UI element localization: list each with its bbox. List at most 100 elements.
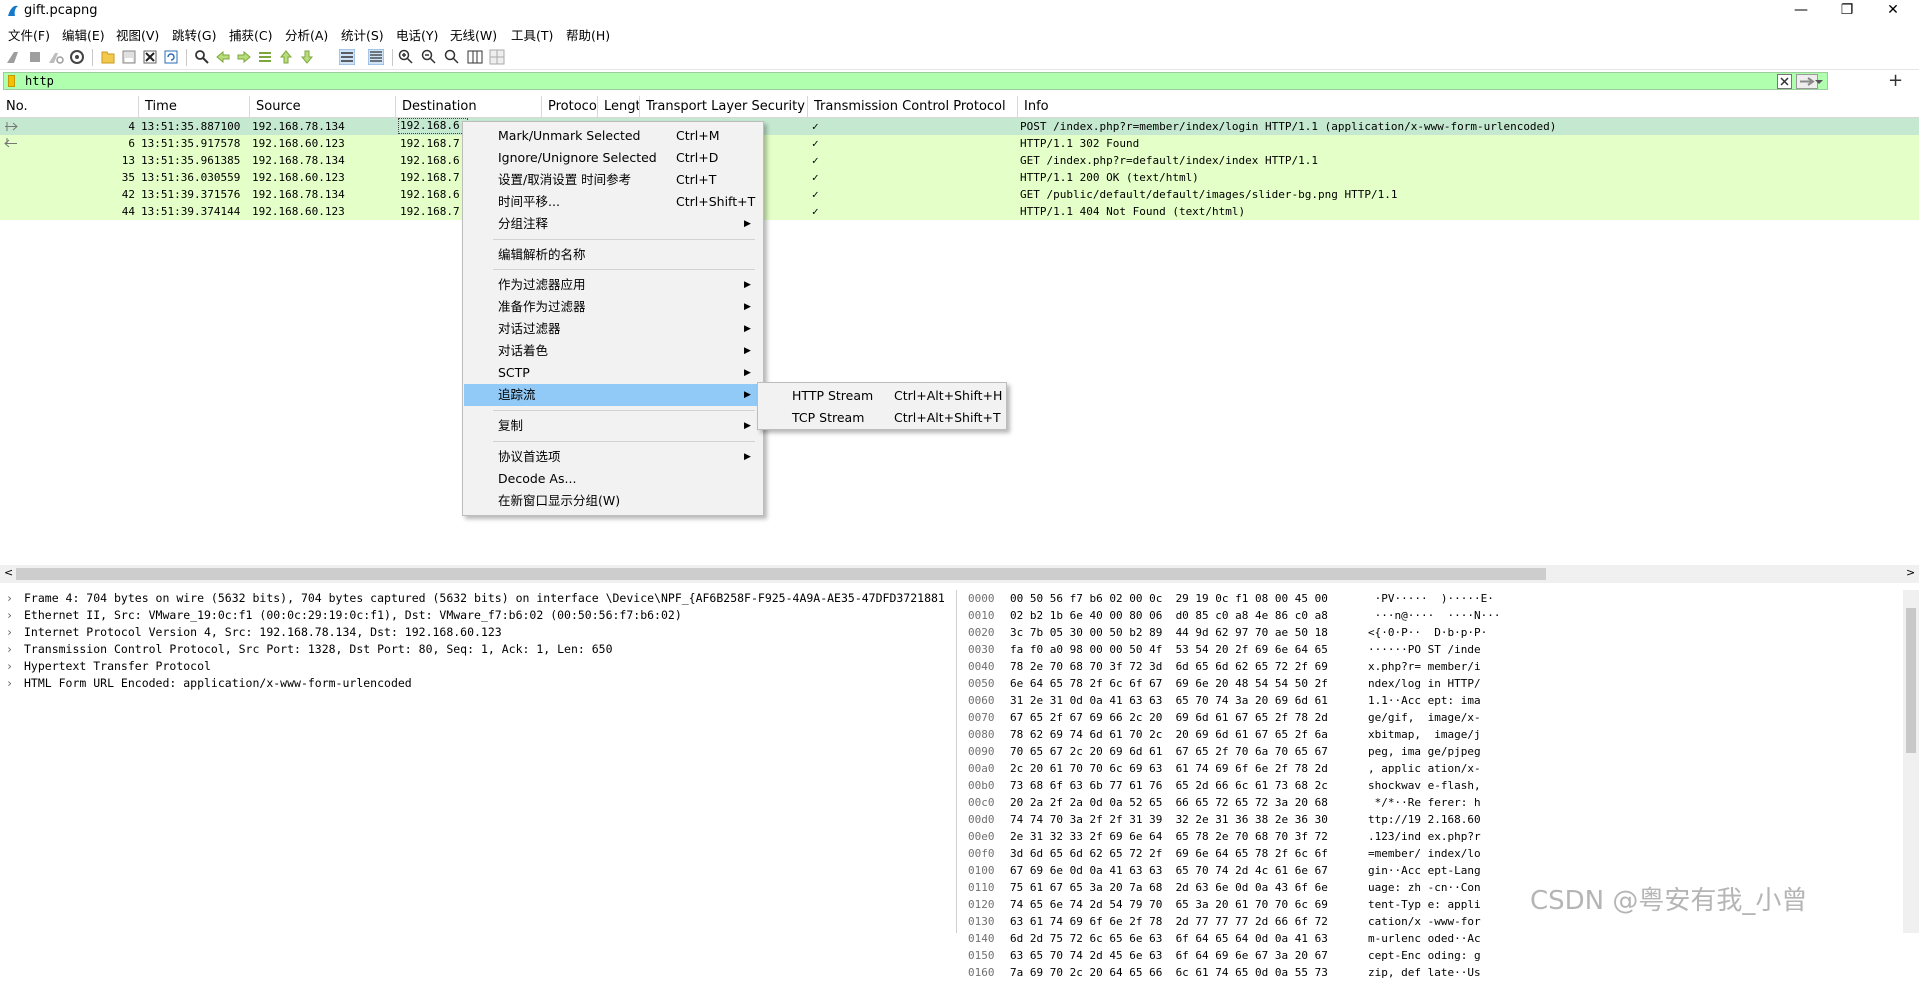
zoom-in-icon[interactable] bbox=[398, 49, 414, 65]
expand-icon[interactable] bbox=[489, 49, 505, 65]
watermark: CSDN @粤安有我_小曾 bbox=[1530, 886, 1808, 916]
expand-chevron-icon[interactable]: › bbox=[6, 675, 13, 692]
expand-chevron-icon[interactable]: › bbox=[6, 641, 13, 658]
find-packet-icon[interactable] bbox=[194, 49, 210, 65]
menu-item-packet-comment[interactable]: 分组注释 ▶ bbox=[464, 213, 762, 235]
hex-ascii: shockwav e-flash, bbox=[1368, 779, 1481, 792]
resize-columns-icon[interactable] bbox=[467, 49, 483, 65]
close-button[interactable]: ✕ bbox=[1870, 0, 1916, 22]
packet-row[interactable]: 44 13:51:39.374144 192.168.60.123 192.16… bbox=[0, 203, 1919, 220]
hex-bytes: 70 65 67 2c 20 69 6d 61 67 65 2f 70 6a 7… bbox=[1010, 745, 1328, 758]
expand-chevron-icon[interactable]: › bbox=[6, 590, 13, 607]
menu-item-time-shift[interactable]: 时间平移... Ctrl+Shift+T bbox=[464, 191, 762, 213]
packet-row[interactable]: 42 13:51:39.371576 192.168.78.134 192.16… bbox=[0, 186, 1919, 203]
hscroll-thumb[interactable] bbox=[16, 568, 1546, 580]
menu-tools[interactable]: 工具(T) bbox=[511, 25, 553, 44]
packet-row[interactable]: 13 13:51:35.961385 192.168.78.134 192.16… bbox=[0, 152, 1919, 169]
hex-ascii: , applic ation/x- bbox=[1368, 762, 1481, 775]
menu-file[interactable]: 文件(F) bbox=[8, 25, 50, 44]
packet-row[interactable]: 6 13:51:35.917578 192.168.60.123 192.168… bbox=[0, 135, 1919, 152]
menu-item-decode-as[interactable]: Decode As... bbox=[464, 468, 762, 490]
menu-edit[interactable]: 编辑(E) bbox=[62, 25, 105, 44]
start-capture-icon[interactable] bbox=[6, 49, 22, 65]
stop-capture-icon[interactable] bbox=[27, 49, 43, 65]
display-filter-input[interactable]: http bbox=[25, 73, 54, 90]
menu-item-protocol-preferences[interactable]: 协议首选项 ▶ bbox=[464, 446, 762, 468]
menu-item-prepare-filter[interactable]: 准备作为过滤器 ▶ bbox=[464, 296, 762, 318]
display-filter-bar[interactable]: http bbox=[3, 72, 1828, 90]
column-source[interactable]: Source bbox=[250, 96, 396, 118]
column-length[interactable]: Lengt bbox=[598, 96, 640, 118]
maximize-button[interactable]: ❐ bbox=[1824, 0, 1870, 22]
menu-item-copy[interactable]: 复制 ▶ bbox=[464, 415, 762, 437]
go-back-icon[interactable] bbox=[215, 49, 231, 65]
save-file-icon[interactable] bbox=[121, 49, 137, 65]
column-time[interactable]: Time bbox=[139, 96, 250, 118]
open-file-icon[interactable] bbox=[100, 49, 116, 65]
packet-row[interactable]: 35 13:51:36.030559 192.168.60.123 192.16… bbox=[0, 169, 1919, 186]
normal-size-icon[interactable] bbox=[444, 49, 460, 65]
scroll-left-icon[interactable]: < bbox=[4, 566, 13, 579]
window-title: gift.pcapng bbox=[24, 3, 98, 18]
go-to-packet-icon[interactable] bbox=[257, 49, 273, 65]
go-last-packet-icon[interactable] bbox=[299, 49, 315, 65]
menu-wireless[interactable]: 无线(W) bbox=[450, 25, 497, 44]
menu-item-mark[interactable]: Mark/Unmark Selected Ctrl+M bbox=[464, 125, 762, 147]
zoom-out-icon[interactable] bbox=[421, 49, 437, 65]
menu-item-colorize-conversation[interactable]: 对话着色 ▶ bbox=[464, 340, 762, 362]
vscroll-thumb[interactable] bbox=[1906, 608, 1916, 753]
auto-scroll-icon[interactable] bbox=[339, 49, 355, 65]
hex-ascii: =member/ index/lo bbox=[1368, 847, 1481, 860]
menu-view[interactable]: 视图(V) bbox=[116, 25, 159, 44]
submenu-arrow-icon: ▶ bbox=[744, 368, 751, 378]
expand-chevron-icon[interactable]: › bbox=[6, 658, 13, 675]
menu-item-ignore[interactable]: Ignore/Unignore Selected Ctrl+D bbox=[464, 147, 762, 169]
menu-analyze[interactable]: 分析(A) bbox=[285, 25, 328, 44]
menu-item-show-in-new-window[interactable]: 在新窗口显示分组(W) bbox=[464, 490, 762, 512]
menu-item-follow-stream[interactable]: 追踪流 ▶ bbox=[464, 384, 762, 406]
filter-bookmark-icon[interactable] bbox=[8, 75, 15, 87]
column-protocol[interactable]: Protoco bbox=[542, 96, 598, 118]
hex-bytes: 20 2a 2f 2a 0d 0a 52 65 66 65 72 65 72 3… bbox=[1010, 796, 1328, 809]
packet-tcp-check: ✓ bbox=[812, 205, 819, 218]
menu-statistics[interactable]: 统计(S) bbox=[341, 25, 384, 44]
packet-time: 13:51:36.030559 bbox=[141, 171, 241, 184]
bytes-vscrollbar[interactable] bbox=[1903, 590, 1919, 933]
column-no[interactable]: No. bbox=[0, 96, 139, 118]
go-first-packet-icon[interactable] bbox=[278, 49, 294, 65]
add-filter-button[interactable]: + bbox=[1888, 70, 1903, 91]
packet-row[interactable]: 4 13:51:35.887100 192.168.78.134 192.168… bbox=[0, 118, 1919, 135]
clear-filter-icon[interactable] bbox=[1777, 74, 1792, 89]
go-forward-icon[interactable] bbox=[236, 49, 252, 65]
menu-item-conversation-filter[interactable]: 对话过滤器 ▶ bbox=[464, 318, 762, 340]
packet-list-hscrollbar[interactable]: < > bbox=[0, 565, 1919, 583]
menu-help[interactable]: 帮助(H) bbox=[566, 25, 610, 44]
packet-source: 192.168.78.134 bbox=[252, 154, 345, 167]
menu-item-sctp[interactable]: SCTP ▶ bbox=[464, 362, 762, 384]
capture-options-icon[interactable] bbox=[69, 49, 85, 65]
menu-item-edit-resolved-name[interactable]: 编辑解析的名称 bbox=[464, 244, 762, 266]
menu-telephony[interactable]: 电话(Y) bbox=[396, 25, 438, 44]
menu-item-apply-as-filter[interactable]: 作为过滤器应用 ▶ bbox=[464, 274, 762, 296]
hex-ascii: cept-Enc oding: g bbox=[1368, 949, 1481, 962]
filter-dropdown-icon[interactable] bbox=[1813, 74, 1825, 89]
colorize-icon[interactable] bbox=[368, 49, 384, 65]
expand-chevron-icon[interactable]: › bbox=[6, 624, 13, 641]
packet-no: 13 bbox=[121, 154, 135, 167]
menu-go[interactable]: 跳转(G) bbox=[172, 25, 216, 44]
menu-capture[interactable]: 捕获(C) bbox=[229, 25, 272, 44]
restart-capture-icon[interactable] bbox=[48, 49, 64, 65]
column-info[interactable]: Info bbox=[1018, 96, 1919, 118]
scroll-right-icon[interactable]: > bbox=[1906, 566, 1915, 579]
column-tcp[interactable]: Transmission Control Protocol bbox=[808, 96, 1018, 118]
menu-item-time-reference[interactable]: 设置/取消设置 时间参考 Ctrl+T bbox=[464, 169, 762, 191]
menu-item-tcp-stream[interactable]: TCP Stream Ctrl+Alt+Shift+T bbox=[759, 407, 1005, 429]
menu-item-http-stream[interactable]: HTTP Stream Ctrl+Alt+Shift+H bbox=[759, 385, 1005, 407]
column-destination[interactable]: Destination bbox=[396, 96, 542, 118]
close-file-icon[interactable] bbox=[142, 49, 158, 65]
column-tls[interactable]: Transport Layer Security bbox=[640, 96, 808, 118]
reload-file-icon[interactable] bbox=[163, 49, 179, 65]
minimize-button[interactable]: — bbox=[1778, 0, 1824, 22]
expand-chevron-icon[interactable]: › bbox=[6, 607, 13, 624]
hex-offset: 0160 bbox=[968, 966, 995, 979]
